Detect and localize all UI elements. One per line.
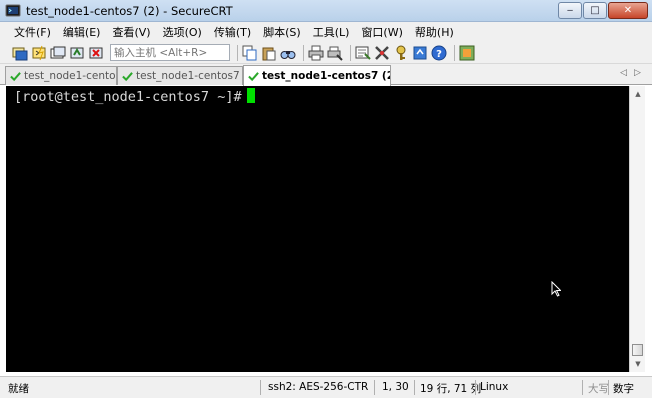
- print-setup-icon[interactable]: [327, 45, 343, 61]
- close-button[interactable]: ✕: [608, 2, 648, 19]
- maximize-button[interactable]: □: [583, 2, 607, 19]
- window-title: test_node1-centos7 (2) - SecureCRT: [26, 3, 233, 18]
- minimize-button[interactable]: ‒: [558, 2, 582, 19]
- tab-session-0[interactable]: test_node1-centos7: [5, 66, 117, 85]
- status-cipher: ssh2: AES-256-CTR: [268, 381, 369, 393]
- toolbar-separator: [303, 44, 304, 61]
- status-os: Linux: [480, 381, 509, 393]
- disconnect-icon[interactable]: [88, 45, 104, 61]
- tab-session-1[interactable]: test_node1-centos7 (1): [117, 66, 243, 85]
- terminal-prompt-line: [root@test_node1-centos7 ~]#: [14, 88, 255, 105]
- sftp-icon[interactable]: [412, 45, 428, 61]
- quick-connect-icon[interactable]: [31, 45, 47, 61]
- svg-text:?: ?: [436, 49, 442, 60]
- status-num-lock: 数字: [613, 383, 634, 395]
- tab-connected-check-icon: [10, 71, 21, 81]
- tab-label: test_node1-centos7 (1): [136, 70, 242, 82]
- paste-icon[interactable]: [261, 45, 277, 61]
- terminal-screen[interactable]: [root@test_node1-centos7 ~]#: [6, 86, 629, 372]
- menu-help[interactable]: 帮助(H): [415, 24, 454, 40]
- status-terminal-size: 19 行, 71 列: [420, 383, 482, 395]
- menu-edit[interactable]: 编辑(E): [63, 24, 101, 40]
- session-options-icon[interactable]: [355, 45, 371, 61]
- toolbar: ?: [0, 42, 652, 64]
- keymap-icon[interactable]: [393, 45, 409, 61]
- toolbar-separator: [237, 44, 238, 61]
- script-icon[interactable]: [459, 45, 475, 61]
- menu-options[interactable]: 选项(O): [163, 24, 202, 40]
- tab-scroll-left-button[interactable]: ◁: [620, 68, 627, 78]
- tab-connected-check-icon: [122, 71, 133, 81]
- menu-file[interactable]: 文件(F): [14, 24, 51, 40]
- session-tab-bar: test_node1-centos7 test_node1-centos7 (1…: [0, 64, 652, 86]
- status-separator: [582, 380, 583, 395]
- mouse-pointer-icon: [551, 281, 561, 297]
- menu-tools[interactable]: 工具(L): [313, 24, 350, 40]
- copy-icon[interactable]: [242, 45, 258, 61]
- title-bar: test_node1-centos7 (2) - SecureCRT ‒ □ ✕: [0, 0, 652, 22]
- tab-label: test_node1-centos7: [24, 70, 116, 82]
- menu-script[interactable]: 脚本(S): [263, 24, 301, 40]
- status-separator: [608, 380, 609, 395]
- status-cursor-position: 1, 30: [382, 381, 409, 393]
- tab-connected-check-icon: [248, 71, 259, 81]
- toolbar-separator: [454, 44, 455, 61]
- help-icon[interactable]: ?: [431, 45, 447, 61]
- status-bar: 就绪 ssh2: AES-256-CTR 1, 30 19 行, 71 列 Li…: [0, 376, 652, 398]
- connect-icon[interactable]: [12, 45, 28, 61]
- reconnect-icon[interactable]: [69, 45, 85, 61]
- connect-tab-icon[interactable]: [50, 45, 66, 61]
- menu-transfer[interactable]: 传输(T): [214, 24, 251, 40]
- tab-label: test_node1-centos7 (2): [262, 70, 391, 82]
- host-input[interactable]: [110, 44, 230, 61]
- print-icon[interactable]: [308, 45, 324, 61]
- status-ready: 就绪: [8, 383, 29, 395]
- window-controls: ‒ □ ✕: [558, 2, 648, 19]
- scroll-up-icon[interactable]: ▲: [631, 87, 645, 101]
- terminal-scrollbar[interactable]: ▲ ▼: [629, 86, 645, 372]
- global-options-icon[interactable]: [374, 45, 390, 61]
- scroll-down-icon[interactable]: ▼: [631, 357, 645, 371]
- status-separator: [414, 380, 415, 395]
- status-separator: [260, 380, 261, 395]
- status-separator: [374, 380, 375, 395]
- tab-session-2[interactable]: test_node1-centos7 (2) ✕: [243, 65, 391, 86]
- status-caps-lock: 大写: [588, 383, 609, 395]
- menu-bar: 文件(F) 编辑(E) 查看(V) 选项(O) 传输(T) 脚本(S) 工具(L…: [0, 22, 652, 42]
- menu-window[interactable]: 窗口(W): [361, 24, 402, 40]
- shell-prompt: [root@test_node1-centos7 ~]#: [14, 89, 242, 105]
- securecrt-app-icon: [5, 4, 21, 16]
- tab-scroll-right-button[interactable]: ▷: [634, 68, 641, 78]
- scrollbar-thumb[interactable]: [632, 344, 643, 356]
- find-icon[interactable]: [280, 45, 296, 61]
- status-separator: [475, 380, 476, 395]
- menu-view[interactable]: 查看(V): [112, 24, 150, 40]
- toolbar-separator: [350, 44, 351, 61]
- terminal-cursor: [246, 88, 255, 103]
